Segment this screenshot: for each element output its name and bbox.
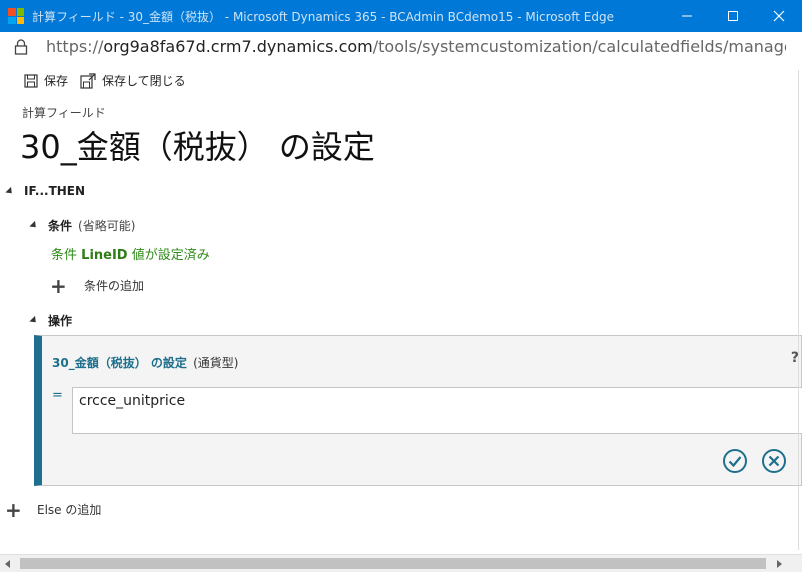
url-host: org9a8fa67d.crm7.dynamics.com	[103, 37, 373, 56]
add-else-button[interactable]: + Else の追加	[5, 497, 102, 522]
conditions-section-toggle[interactable]: 条件 (省略可能)	[29, 217, 136, 234]
save-close-label: 保存して閉じる	[102, 74, 186, 88]
command-toolbar: 保存 保存して閉じる	[0, 70, 790, 92]
condition-row[interactable]: 条件 LineID 値が設定済み	[51, 244, 210, 263]
save-icon	[24, 73, 38, 88]
actions-label: 操作	[48, 314, 73, 328]
action-target-field: 30_金額（税抜） の設定	[52, 356, 187, 370]
maximize-icon	[728, 11, 738, 21]
confirm-checkmark-icon[interactable]	[722, 448, 748, 474]
address-bar[interactable]: https://org9a8fa67d.crm7.dynamics.com/to…	[0, 32, 802, 62]
browser-titlebar: 計算フィールド - 30_金額（税抜） - Microsoft Dynamics…	[0, 0, 802, 32]
plus-icon: +	[50, 273, 67, 298]
conditions-label: 条件	[48, 219, 73, 233]
expression-input[interactable]: crcce_unitprice	[72, 387, 802, 434]
collapse-caret-icon	[29, 315, 39, 326]
url-scheme: https://	[46, 37, 104, 56]
vertical-scrollbar[interactable]	[798, 70, 802, 550]
save-button[interactable]: 保存	[24, 72, 68, 89]
save-close-icon	[80, 72, 96, 89]
page-title: 30_金額（税抜） の設定	[20, 128, 375, 166]
save-label: 保存	[44, 74, 69, 88]
maximize-button[interactable]	[710, 0, 756, 32]
action-editor-panel: 30_金額（税抜） の設定 (通貨型) ? = crcce_unitprice	[34, 335, 802, 486]
equals-sign: =	[52, 388, 63, 403]
save-and-close-button[interactable]: 保存して閉じる	[80, 72, 186, 89]
minimize-button[interactable]	[664, 0, 710, 32]
close-window-button[interactable]	[756, 0, 802, 32]
add-condition-button[interactable]: + 条件の追加	[50, 273, 145, 298]
scroll-right-arrow-icon[interactable]	[777, 560, 782, 568]
scroll-left-arrow-icon[interactable]	[5, 560, 10, 568]
conditions-optional: (省略可能)	[78, 219, 136, 233]
action-title: 30_金額（税抜） の設定 (通貨型)	[52, 354, 238, 371]
action-field-type: (通貨型)	[193, 356, 239, 370]
windows-logo-icon	[8, 8, 24, 24]
horizontal-scrollbar[interactable]	[0, 554, 802, 572]
cancel-x-icon[interactable]	[761, 448, 787, 474]
condition-operator: 値が設定済み	[131, 248, 210, 263]
entity-subtitle: 計算フィールド	[22, 106, 106, 120]
collapse-caret-icon	[5, 186, 15, 196]
ifthen-label: IF...THEN	[24, 184, 86, 198]
condition-prefix: 条件	[51, 248, 78, 263]
condition-field: LineID	[81, 248, 128, 263]
window-title: 計算フィールド - 30_金額（税抜） - Microsoft Dynamics…	[32, 10, 614, 24]
minimize-icon	[682, 15, 692, 17]
add-condition-label: 条件の追加	[84, 279, 145, 293]
lock-icon	[14, 39, 28, 55]
scrollbar-thumb[interactable]	[20, 558, 766, 569]
actions-section-toggle[interactable]: 操作	[29, 312, 73, 329]
close-icon	[773, 10, 785, 22]
url-path: /tools/systemcustomization/calculatedfie…	[372, 37, 786, 56]
ifthen-section-toggle[interactable]: IF...THEN	[5, 184, 86, 198]
plus-icon: +	[5, 497, 22, 522]
collapse-caret-icon	[29, 220, 39, 231]
add-else-label: Else の追加	[37, 503, 102, 517]
url-text[interactable]: https://org9a8fa67d.crm7.dynamics.com/to…	[46, 37, 786, 56]
